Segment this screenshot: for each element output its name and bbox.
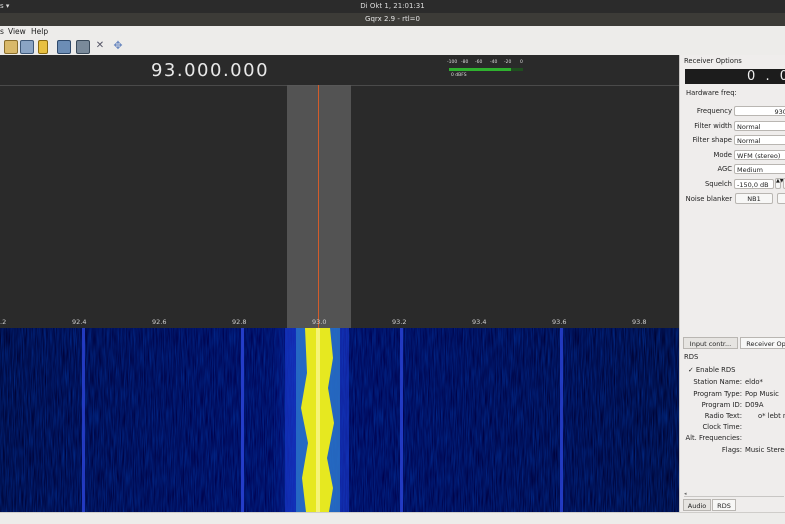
mode-label: Mode xyxy=(713,151,732,159)
freq-tick: 92.6 xyxy=(152,318,167,326)
meter-tick: 0 xyxy=(520,60,523,65)
center-frequency-line[interactable] xyxy=(318,85,319,328)
menu-bar: s View Help xyxy=(0,26,785,38)
signal-meter-track xyxy=(511,68,523,71)
noise-blanker-label: Noise blanker xyxy=(685,195,732,203)
open-folder-icon[interactable] xyxy=(4,40,18,54)
nb1-button[interactable]: NB1 xyxy=(735,193,773,204)
toolbar: ✕ ✥ xyxy=(0,38,785,56)
check-icon: ✓ xyxy=(688,366,694,374)
frequency-label: Frequency xyxy=(696,107,732,115)
enable-rds-label: Enable RDS xyxy=(695,366,736,374)
waterfall-display[interactable] xyxy=(0,328,679,512)
tools-icon[interactable]: ✕ xyxy=(94,40,106,52)
filter-shape-label: Filter shape xyxy=(692,136,732,144)
meter-tick: -60 xyxy=(475,60,483,65)
meter-tick: -80 xyxy=(461,60,469,65)
freq-tick: 93.0 xyxy=(312,318,327,326)
bookmark-icon[interactable] xyxy=(38,40,48,54)
freq-tick: 93.6 xyxy=(552,318,567,326)
enable-rds-checkbox[interactable]: ✓ Enable RDS xyxy=(688,366,735,374)
program-id-label: Program ID: xyxy=(701,401,742,409)
system-top-bar: s ▾ Di Okt 1, 21:01:31 xyxy=(0,0,785,13)
signal-meter-bar xyxy=(449,68,511,71)
freq-tick: .2 xyxy=(0,318,7,326)
filter-width-select[interactable]: Normal xyxy=(734,121,785,131)
meter-tick: -40 xyxy=(490,60,498,65)
system-clock[interactable]: Di Okt 1, 21:01:31 xyxy=(0,2,785,10)
clock-time-label: Clock Time: xyxy=(702,423,742,431)
frequency-display[interactable]: 93.000.000 xyxy=(0,60,420,81)
radio-text-label: Radio Text: xyxy=(704,412,742,420)
freq-tick: 93.4 xyxy=(472,318,487,326)
device-icon[interactable] xyxy=(57,40,71,54)
meter-tick: -100 xyxy=(447,60,458,65)
tab-rds[interactable]: RDS xyxy=(712,499,736,511)
status-bar xyxy=(0,512,785,524)
agc-label: AGC xyxy=(717,165,732,173)
save-icon[interactable] xyxy=(20,40,34,54)
crosshair-icon[interactable]: ✥ xyxy=(112,40,124,52)
tab-receiver-options[interactable]: Receiver Op xyxy=(740,337,785,349)
agc-select[interactable]: Medium xyxy=(734,164,785,174)
freq-tick: 92.8 xyxy=(232,318,247,326)
frequency-lcd[interactable]: 0 . 0 xyxy=(685,69,785,84)
squelch-spin-icon[interactable]: ▲▼ xyxy=(775,178,784,189)
panel-divider xyxy=(684,496,784,497)
menu-help[interactable]: Help xyxy=(31,27,48,36)
hardware-freq-label: Hardware freq: xyxy=(686,89,737,97)
freq-tick: 93.8 xyxy=(632,318,647,326)
flags-value: Music Stereo xyxy=(745,446,785,454)
program-id-value: D09A xyxy=(745,401,764,409)
filter-shape-select[interactable]: Normal xyxy=(734,135,785,145)
freq-tick: 92.4 xyxy=(72,318,87,326)
menu-file[interactable]: s xyxy=(0,27,4,36)
station-name-label: Station Name: xyxy=(693,378,742,386)
meter-unit: 0 dBFS xyxy=(451,73,467,78)
rds-title: RDS xyxy=(684,353,699,361)
mode-select[interactable]: WFM (stereo) xyxy=(734,150,785,160)
screenshot-icon[interactable] xyxy=(76,40,90,54)
tab-audio[interactable]: Audio xyxy=(683,499,711,511)
receiver-options-panel: Receiver Options 0 . 0 Hardware freq: Fr… xyxy=(679,55,785,512)
radio-text-value: o* lebt n xyxy=(758,412,785,420)
window-title: Gqrx 2.9 - rtl=0 xyxy=(0,13,785,26)
station-name-value: eldo* xyxy=(745,378,763,386)
receiver-options-title: Receiver Options xyxy=(684,57,742,65)
meter-tick: -20 xyxy=(504,60,512,65)
program-type-value: Pop Music xyxy=(745,390,779,398)
spectrum-plot[interactable]: 93.000.000 -100 -80 -60 -40 -20 0 0 dBFS… xyxy=(0,55,679,328)
freq-tick: 93.2 xyxy=(392,318,407,326)
program-type-label: Program Type: xyxy=(693,390,742,398)
squelch-label: Squelch xyxy=(704,180,732,188)
alt-frequencies-label: Alt. Frequencies: xyxy=(685,434,742,442)
filter-width-label: Filter width xyxy=(694,122,732,130)
filter-band[interactable] xyxy=(287,85,351,328)
tab-input-controls[interactable]: Input contr... xyxy=(683,337,738,349)
menu-view[interactable]: View xyxy=(8,27,26,36)
frequency-input[interactable]: 9300 xyxy=(734,106,785,116)
squelch-input[interactable]: -150,0 dB xyxy=(734,179,774,189)
flags-label: Flags: xyxy=(721,446,742,454)
nb2-button[interactable] xyxy=(777,193,785,204)
waterfall-canvas xyxy=(0,328,679,512)
